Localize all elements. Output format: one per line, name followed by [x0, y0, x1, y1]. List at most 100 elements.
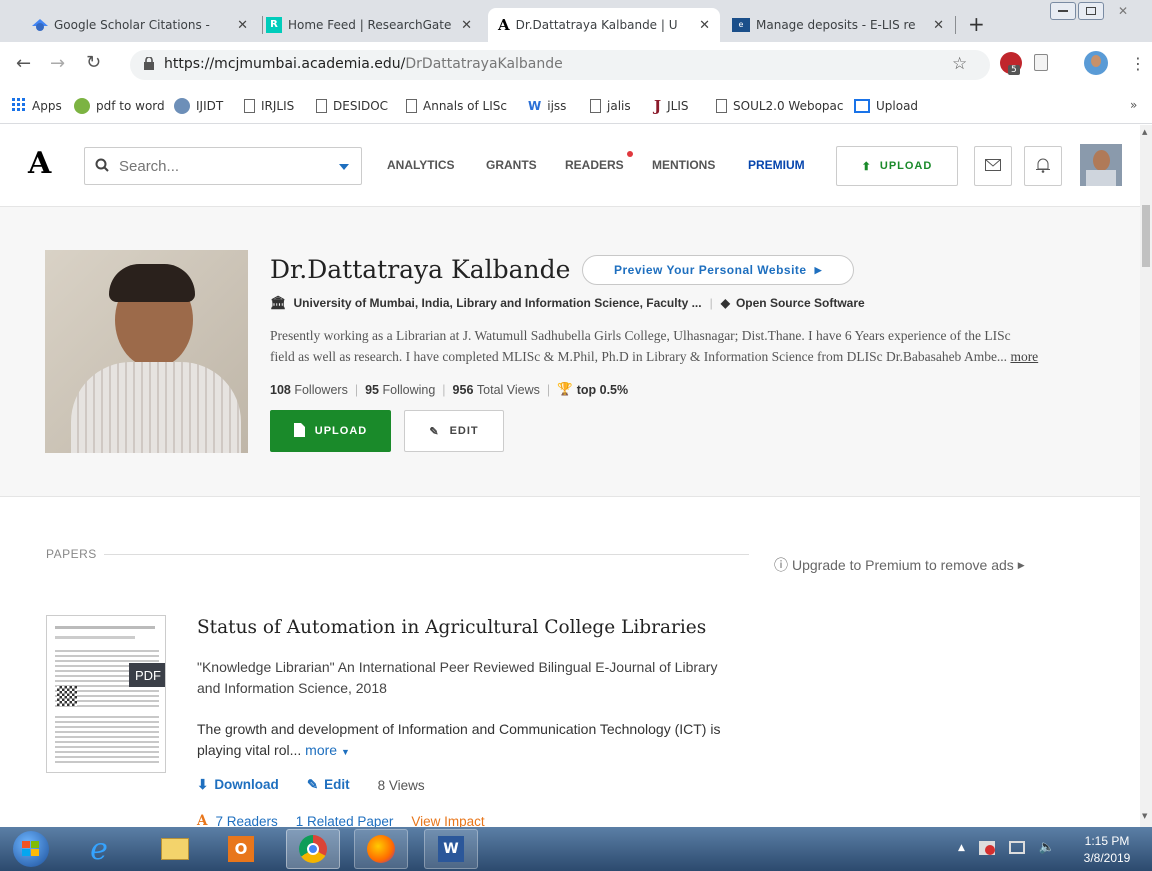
profile-edit-button[interactable]: ✎ EDIT	[404, 410, 504, 452]
profile-upload-button[interactable]: UPLOAD	[270, 410, 391, 452]
nav-premium[interactable]: PREMIUM	[748, 158, 805, 172]
bio-more-link[interactable]: more	[1010, 349, 1038, 364]
messages-button[interactable]	[974, 146, 1012, 186]
taskbar-chrome[interactable]	[286, 829, 340, 869]
scroll-down-icon[interactable]: ▼	[1142, 812, 1147, 820]
url-path: DrDattatrayaKalbande	[405, 56, 563, 72]
academia-logo[interactable]: A	[28, 146, 51, 181]
tray-expand-icon[interactable]: ▲	[958, 843, 965, 853]
close-tab-icon[interactable]: ✕	[933, 18, 944, 33]
abstract-line-2-text: playing vital rol...	[197, 742, 302, 758]
bookmark-ijidt[interactable]: IJIDT	[174, 96, 223, 116]
tag-icon: ◆	[720, 296, 730, 310]
minimize-icon	[1058, 10, 1068, 12]
nav-mentions[interactable]: MENTIONS	[652, 158, 715, 172]
search-dropdown-icon[interactable]	[339, 159, 349, 173]
close-tab-icon[interactable]: ✕	[237, 18, 248, 33]
url-domain: https://mcjmumbai.academia.edu/	[164, 56, 406, 72]
scrollbar-thumb[interactable]	[1142, 205, 1150, 267]
bookmark-upload[interactable]: Upload	[854, 96, 918, 116]
windows-start-icon	[13, 831, 49, 867]
bookmark-annals[interactable]: Annals of LISc	[406, 96, 507, 116]
network-icon[interactable]	[1008, 841, 1025, 854]
adblock-extension-icon[interactable]: 5	[1000, 52, 1022, 75]
notification-dot	[627, 151, 633, 157]
new-tab-button[interactable]: +	[968, 12, 985, 36]
affiliation-text[interactable]: University of Mumbai, India, Library and…	[294, 296, 702, 310]
followers-count[interactable]: 108	[270, 383, 291, 397]
download-link[interactable]: ⬇ Download	[197, 777, 279, 793]
tab-divider	[955, 16, 956, 34]
research-interest[interactable]: Open Source Software	[736, 296, 865, 310]
user-avatar[interactable]	[1080, 144, 1122, 186]
bookmark-label: pdf to word	[96, 99, 165, 113]
photo-hair	[109, 264, 195, 302]
bookmark-star-icon[interactable]: ☆	[952, 54, 967, 74]
following-count[interactable]: 95	[365, 383, 379, 397]
close-tab-icon[interactable]: ✕	[461, 18, 472, 33]
chrome-profile-avatar[interactable]	[1084, 51, 1108, 75]
divider: |	[546, 382, 551, 397]
taskbar-internet-explorer[interactable]: e	[72, 829, 126, 869]
close-tab-icon[interactable]: ✕	[699, 18, 710, 33]
jlis-j-icon: J	[654, 97, 662, 115]
abstract-line-1: The growth and development of Informatio…	[197, 721, 721, 737]
preview-website-button[interactable]: Preview Your Personal Website ▶	[582, 255, 854, 285]
bookmarks-overflow-icon[interactable]: »	[1130, 98, 1137, 112]
notifications-button[interactable]	[1024, 146, 1062, 186]
restore-button[interactable]	[1078, 2, 1104, 20]
document-extension-icon[interactable]	[1034, 54, 1048, 71]
journal-line-2: and Information Science, 2018	[197, 680, 387, 696]
tab-elis[interactable]: e Manage deposits - E-LIS re ✕	[722, 8, 954, 42]
windows-start-button[interactable]	[4, 829, 58, 869]
tab-researchgate[interactable]: R Home Feed | ResearchGate ✕	[256, 8, 482, 42]
bookmark-irjlis[interactable]: IRJLIS	[244, 96, 294, 116]
chrome-menu-icon[interactable]: ⋮	[1130, 54, 1146, 73]
bookmark-desidoc[interactable]: DESIDOC	[316, 96, 388, 116]
tab-google-scholar[interactable]: Google Scholar Citations - ✕	[22, 8, 258, 42]
close-window-button[interactable]: ✕	[1106, 2, 1140, 20]
paper-thumbnail[interactable]: PDF	[46, 615, 166, 773]
nav-readers[interactable]: READERS	[565, 158, 624, 172]
paper-title[interactable]: Status of Automation in Agricultural Col…	[197, 617, 706, 638]
taskbar-file-explorer[interactable]	[148, 829, 202, 869]
url-text[interactable]: https://mcjmumbai.academia.edu/DrDattatr…	[164, 56, 563, 72]
upgrade-premium-link[interactable]: ⓘ Upgrade to Premium to remove ads ▶	[774, 555, 1025, 575]
nav-grants[interactable]: GRANTS	[486, 158, 537, 172]
minimize-button[interactable]	[1050, 2, 1076, 20]
action-center-icon[interactable]	[978, 840, 995, 855]
taskbar-firefox[interactable]	[354, 829, 408, 869]
bookmark-apps[interactable]: Apps	[12, 96, 62, 116]
followers-label[interactable]: Followers	[294, 383, 348, 397]
reload-icon[interactable]: ↻	[86, 52, 101, 73]
nav-analytics[interactable]: ANALYTICS	[387, 158, 455, 172]
bookmark-jlis[interactable]: J JLIS	[654, 96, 689, 116]
bookmark-label: jalis	[607, 99, 631, 113]
scroll-up-icon[interactable]: ▲	[1142, 128, 1147, 136]
bookmark-jalis[interactable]: jalis	[590, 96, 631, 116]
forward-arrow-icon[interactable]: →	[50, 53, 65, 74]
header-upload-button[interactable]: ⬆ UPLOAD	[836, 146, 958, 186]
apps-grid-icon	[12, 97, 26, 115]
search-box[interactable]	[84, 147, 362, 185]
search-input[interactable]	[119, 157, 309, 175]
abstract-more-link[interactable]: more ▼	[305, 742, 350, 758]
window-controls: ✕	[1050, 2, 1140, 20]
taskbar-outlook[interactable]: O	[214, 829, 268, 869]
volume-icon[interactable]: 🔈	[1039, 840, 1055, 855]
bookmark-pdf-to-word[interactable]: pdf to word	[74, 96, 165, 116]
profile-bio: Presently working as a Librarian at J. W…	[270, 325, 1130, 367]
bookmark-label: SOUL2.0 Webopac	[733, 99, 844, 113]
back-arrow-icon[interactable]: ←	[16, 53, 31, 74]
taskbar-word[interactable]: W	[424, 829, 478, 869]
bookmark-ijss[interactable]: Wijss	[528, 96, 566, 116]
edit-link[interactable]: ✎ Edit	[307, 777, 350, 793]
institution-icon: 🏛	[270, 295, 287, 310]
system-clock[interactable]: 1:15 PM 3/8/2019	[1074, 833, 1140, 867]
bookmark-soul[interactable]: SOUL2.0 Webopac	[716, 96, 844, 116]
tab-academia-active[interactable]: A Dr.Dattatraya Kalbande | U ✕	[488, 8, 720, 42]
lock-icon	[144, 56, 154, 73]
bookmark-label: IRJLIS	[261, 99, 295, 113]
thumb-text-line	[55, 626, 155, 629]
following-label[interactable]: Following	[382, 383, 435, 397]
